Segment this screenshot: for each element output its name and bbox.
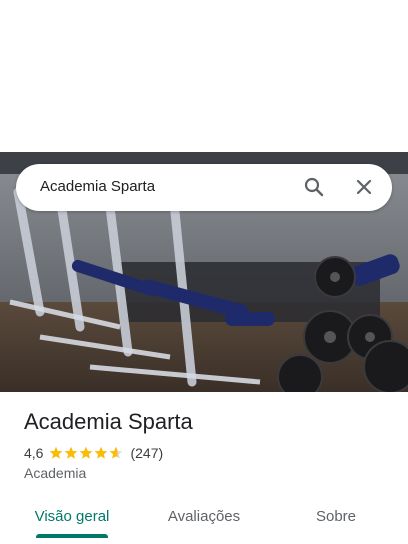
- blank-header-area: [0, 0, 408, 152]
- search-bar[interactable]: Academia Sparta: [16, 164, 392, 211]
- star-icon: [95, 446, 108, 459]
- tab-bar: Visão geral Avaliações Sobre: [0, 494, 408, 538]
- review-count[interactable]: (247): [130, 445, 163, 461]
- star-icon: [65, 446, 78, 459]
- close-icon[interactable]: [352, 175, 376, 199]
- place-title: Academia Sparta: [24, 409, 193, 434]
- rating-value: 4,6: [24, 445, 44, 461]
- search-input[interactable]: Academia Sparta: [40, 178, 155, 195]
- tab-overview[interactable]: Visão geral: [0, 494, 144, 538]
- tab-label: Sobre: [315, 507, 357, 525]
- rating-stars: [49, 446, 124, 460]
- rating-row[interactable]: 4,6 (247): [24, 444, 163, 462]
- tab-label: Avaliações: [167, 507, 241, 525]
- tab-label: Visão geral: [34, 507, 110, 525]
- star-icon: [80, 446, 93, 459]
- active-tab-indicator: [36, 534, 108, 538]
- tab-about[interactable]: Sobre: [264, 494, 408, 538]
- place-category[interactable]: Academia: [24, 465, 86, 481]
- star-icon: [110, 446, 123, 459]
- tab-reviews[interactable]: Avaliações: [132, 494, 276, 538]
- search-icon[interactable]: [302, 175, 326, 199]
- star-icon: [50, 446, 63, 459]
